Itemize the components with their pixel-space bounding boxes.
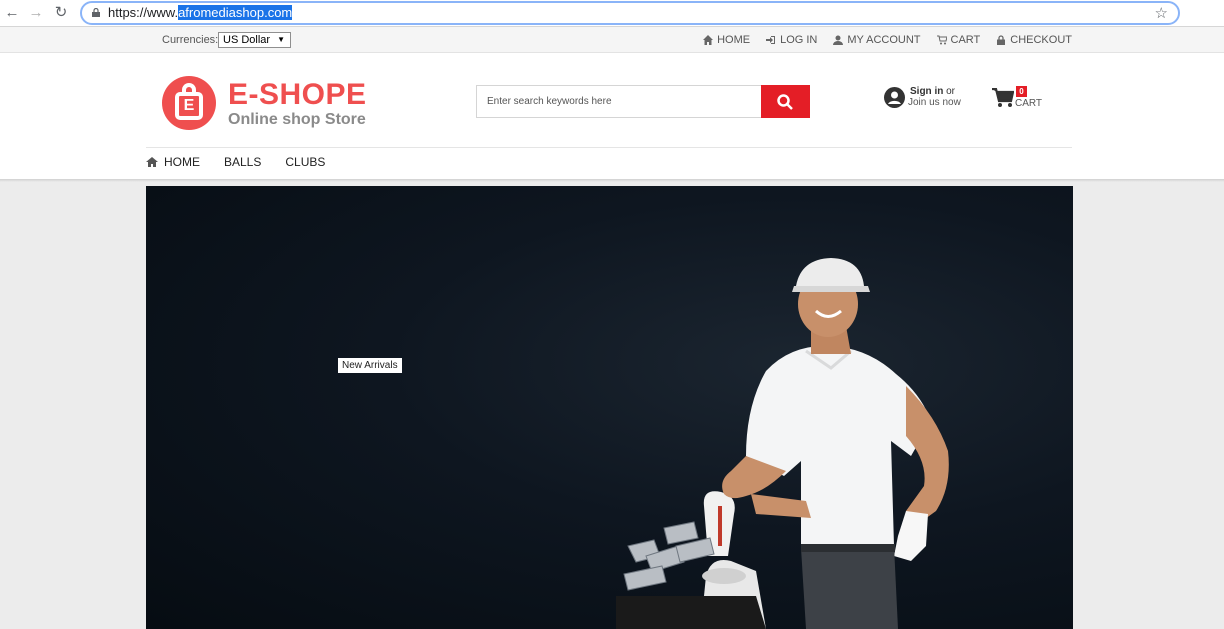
url-text: https://www.afromediashop.com — [108, 5, 293, 20]
golfer-photo — [616, 258, 949, 629]
chevron-down-icon: ▼ — [277, 35, 285, 44]
back-icon[interactable]: ← — [3, 4, 21, 22]
home-icon — [146, 157, 158, 167]
toplink-home[interactable]: HOME — [703, 34, 750, 46]
login-icon — [766, 36, 776, 44]
currency-select[interactable]: US Dollar ▼ — [218, 32, 291, 48]
search-icon — [777, 94, 793, 110]
logo-subtitle: Online shop Store — [228, 111, 366, 128]
currency-label: Currencies: — [162, 34, 219, 46]
lock-icon — [92, 8, 100, 17]
reload-icon[interactable]: ↻ — [52, 4, 70, 22]
toplink-my-account[interactable]: MY ACCOUNT — [833, 34, 921, 46]
browser-toolbar: ← → ↻ https://www.afromediashop.com ☆ — [0, 0, 1224, 27]
top-utility-bar: Currencies: US Dollar ▼ HOME LOG IN MY AC… — [0, 27, 1224, 53]
toplink-cart[interactable]: CART — [936, 34, 980, 46]
logo-bag-icon[interactable]: E — [162, 76, 216, 130]
bookmark-star-icon[interactable]: ☆ — [1155, 4, 1168, 22]
logo-title[interactable]: E-SHOPE — [228, 78, 367, 112]
address-bar[interactable]: https://www.afromediashop.com ☆ — [80, 1, 1180, 25]
toplink-checkout[interactable]: CHECKOUT — [996, 34, 1072, 46]
nav-clubs[interactable]: CLUBS — [285, 155, 325, 169]
toplink-login[interactable]: LOG IN — [766, 34, 817, 46]
forward-icon[interactable]: → — [27, 4, 45, 22]
search-input[interactable]: Enter search keywords here — [476, 85, 762, 118]
lock-icon — [997, 35, 1006, 45]
cart-count-badge: 0 — [1016, 86, 1027, 97]
shopping-cart-icon[interactable] — [992, 88, 1014, 108]
header-divider — [146, 147, 1072, 148]
user-icon — [833, 35, 844, 45]
sign-in-link[interactable]: Sign in or — [910, 86, 955, 97]
join-link[interactable]: Join us now — [908, 97, 961, 108]
hero-banner[interactable]: New Arrivals — [146, 186, 1073, 629]
cart-label[interactable]: CART — [1015, 98, 1042, 109]
header-shadow — [0, 179, 1224, 182]
home-icon — [703, 35, 714, 45]
search-button[interactable] — [761, 85, 810, 118]
site-header: E E-SHOPE Online shop Store Enter search… — [0, 53, 1224, 179]
main-nav: HOME BALLS CLUBS — [146, 155, 325, 169]
cart-icon — [936, 35, 947, 45]
nav-home[interactable]: HOME — [146, 155, 200, 169]
nav-balls[interactable]: BALLS — [224, 155, 261, 169]
new-arrivals-tag[interactable]: New Arrivals — [338, 358, 402, 373]
account-icon[interactable] — [884, 87, 905, 108]
